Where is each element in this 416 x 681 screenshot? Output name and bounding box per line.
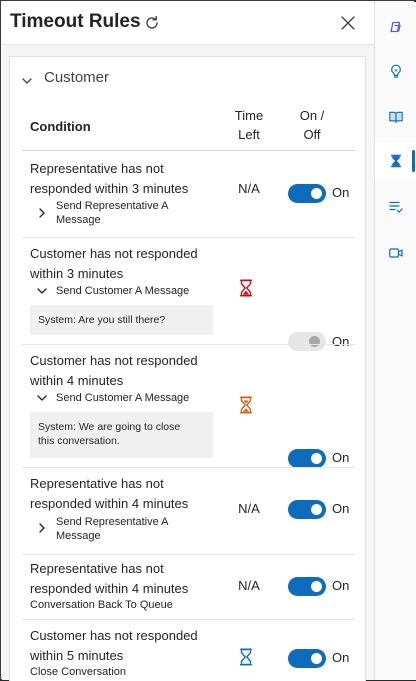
hourglass-orange-icon xyxy=(240,396,252,414)
app-frame: Timeout Rules Customer Condition Time Le… xyxy=(0,0,416,681)
rule-condition: Customer has not responded within 4 minu… xyxy=(30,351,220,390)
rule-condition-line: Customer has not responded xyxy=(30,353,198,368)
rule-condition: Representative has not responded within … xyxy=(30,159,220,198)
chevron-down-icon[interactable] xyxy=(36,285,48,297)
chevron-right-icon[interactable] xyxy=(36,522,48,534)
rule-toggle-label: On xyxy=(332,185,350,200)
rule-condition: Representative has not responded within … xyxy=(30,474,220,513)
rule-action[interactable]: Send Customer A Message xyxy=(56,284,189,298)
hourglass-blue-icon xyxy=(240,648,252,666)
rule-condition-line: responded within 4 minutes xyxy=(30,580,189,596)
knowledge-book-icon xyxy=(388,111,403,123)
page-title: Timeout Rules xyxy=(10,11,141,32)
rule-toggle-label: On xyxy=(332,450,350,465)
rule-condition-line: Representative has not xyxy=(30,561,164,576)
column-header-on-off: On / Off xyxy=(296,106,328,144)
rule-condition-line: responded within 3 minutes xyxy=(30,180,189,196)
section-title: Customer xyxy=(44,69,110,86)
rule-row: Representative has not responded within … xyxy=(10,151,365,237)
time-left-value: N/A xyxy=(238,578,260,593)
rule-toggle[interactable] xyxy=(288,577,326,596)
rule-row: Customer has not responded within 3 minu… xyxy=(10,238,365,351)
rule-row: Customer has not responded within 4 minu… xyxy=(10,345,365,468)
rule-condition-line: Representative has not xyxy=(30,161,164,176)
rail-item-timeout-rules[interactable] xyxy=(375,142,416,180)
column-header-time-left: Time Left xyxy=(232,106,266,144)
chevron-down-icon[interactable] xyxy=(36,392,48,404)
rail-item-knowledge[interactable] xyxy=(375,98,416,136)
rule-toggle[interactable] xyxy=(288,500,326,519)
rule-row: Representative has not responded within … xyxy=(10,468,365,554)
rule-action-line: Send Representative A xyxy=(56,516,169,528)
column-header-on-off-line2: Off xyxy=(303,127,321,142)
hourglass-red-icon xyxy=(240,279,252,297)
timeout-rules-pane: Timeout Rules Customer Condition Time Le… xyxy=(2,2,374,681)
rule-toggle[interactable] xyxy=(288,449,326,468)
rail-item-suggestions[interactable] xyxy=(375,52,416,90)
rule-row: Customer has not responded within 5 minu… xyxy=(10,620,365,680)
rule-action-line: Message xyxy=(56,214,101,226)
close-icon[interactable] xyxy=(339,14,357,32)
chevron-right-icon[interactable] xyxy=(36,207,48,219)
rule-condition-line: Customer has not responded xyxy=(30,628,198,643)
rail-item-checklist[interactable] xyxy=(375,188,416,226)
section-collapse-toggle[interactable] xyxy=(21,71,33,91)
rule-action-line: Send Representative A xyxy=(56,200,169,212)
rule-condition-line: within 3 minutes xyxy=(30,265,124,281)
rule-action[interactable]: Send Representative A Message xyxy=(56,199,169,227)
rule-condition: Customer has not responded within 5 minu… xyxy=(30,626,220,665)
rule-action-line: Message xyxy=(56,530,101,542)
column-header-time-left-line2: Left xyxy=(238,127,260,142)
hourglass-icon xyxy=(390,154,401,168)
rule-action[interactable]: Conversation Back To Queue xyxy=(30,598,173,612)
time-left-value: N/A xyxy=(238,181,260,196)
time-left-value: N/A xyxy=(238,501,260,516)
message-preview-line: System: We are going to close xyxy=(38,421,181,433)
refresh-icon[interactable] xyxy=(143,14,161,32)
rule-action[interactable]: Send Customer A Message xyxy=(56,391,189,405)
rule-toggle-label: On xyxy=(332,650,350,665)
rule-toggle[interactable] xyxy=(288,649,326,668)
column-header-condition: Condition xyxy=(30,119,91,134)
rule-row: Representative has not responded within … xyxy=(10,555,365,619)
rule-toggle[interactable] xyxy=(288,184,326,203)
video-icon xyxy=(388,248,403,258)
rail-item-copilot[interactable] xyxy=(375,8,416,46)
column-header-time-left-line1: Time xyxy=(234,108,264,123)
rule-condition: Representative has not responded within … xyxy=(30,559,220,598)
checklist-icon xyxy=(388,201,403,213)
rule-condition: Customer has not responded within 3 minu… xyxy=(30,244,220,283)
message-preview: System: We are going to close this conve… xyxy=(30,412,213,458)
pane-header: Timeout Rules xyxy=(2,2,374,45)
column-header-on-off-line1: On / xyxy=(299,108,325,123)
rule-action[interactable]: Close Conversation xyxy=(30,665,126,679)
lightbulb-icon xyxy=(390,64,401,78)
copilot-icon xyxy=(389,21,401,33)
rule-condition-line: Representative has not xyxy=(30,476,164,491)
chevron-down-icon xyxy=(22,78,32,84)
rule-toggle-label: On xyxy=(332,501,350,516)
rule-action[interactable]: Send Representative A Message xyxy=(56,515,169,543)
rule-condition-line: Customer has not responded xyxy=(30,246,198,261)
rail-active-indicator xyxy=(412,150,415,172)
customer-section-card: Customer Condition Time Left On / Off Re… xyxy=(9,56,366,681)
rule-condition-line: responded within 4 minutes xyxy=(30,495,189,511)
rule-condition-line: within 4 minutes xyxy=(30,372,124,388)
message-preview-line: this conversation. xyxy=(38,435,120,447)
rule-toggle-label: On xyxy=(332,578,350,593)
rail-item-video[interactable] xyxy=(375,234,416,272)
rule-condition-line: within 5 minutes xyxy=(30,647,124,663)
message-preview: System: Are you still there? xyxy=(30,305,213,335)
side-rail xyxy=(374,2,416,680)
